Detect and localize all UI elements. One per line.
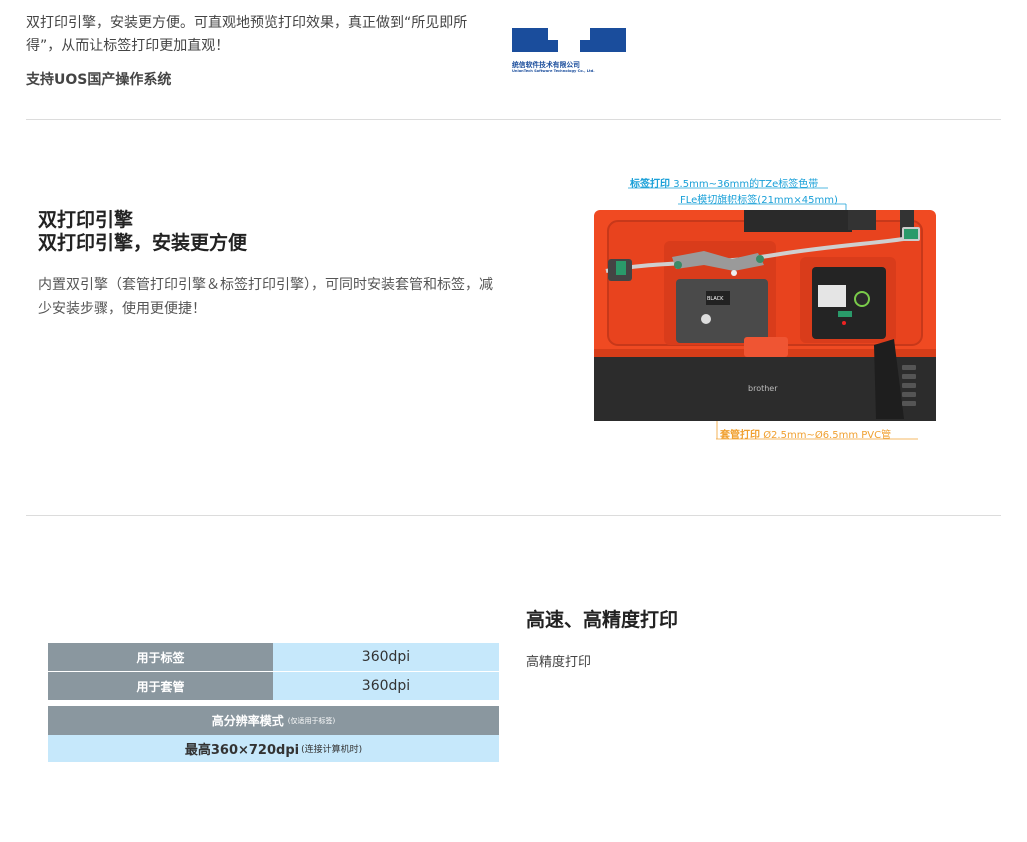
precision-title: 高速、高精度打印: [526, 609, 679, 631]
dpi-row-key: 用于标签: [48, 643, 273, 671]
high-res-mode-value-note: (连接计算机时): [301, 745, 363, 755]
engine-title: 双打印引擎 双打印引擎，安装更方便: [38, 209, 247, 255]
table-row: 用于套管 360dpi: [48, 672, 499, 700]
logo-company-english: UnionTech Software Technology Co., Ltd.: [512, 69, 595, 73]
logo-company-name: 统信软件技术有限公司: [512, 61, 580, 69]
uniontech-logo: 统信软件技术有限公司 UnionTech Software Technology…: [512, 28, 626, 78]
uos-support-text: 支持UOS国产操作系统: [26, 72, 172, 88]
engine-title-line1: 双打印引擎: [38, 209, 134, 231]
intro-paragraph: 双打印引擎，安装更方便。可直观地预览打印效果，真正做到“所见即所得”，从而让标签…: [26, 15, 468, 54]
engine-title-line2: 双打印引擎，安装更方便: [38, 232, 248, 254]
printer-product-image: 标签打印 3.5mm~36mm的TZe标签色带 FLe模切旗帜标签(21mm×4…: [594, 173, 938, 443]
high-res-mode-title: 高分辨率模式: [211, 714, 284, 728]
printer-illustration: BLACK brother: [594, 187, 936, 440]
precision-description: 高精度打印: [526, 655, 592, 670]
dpi-spec-table: 用于标签 360dpi 用于套管 360dpi 高分辨率模式 (仅适用于标签) …: [48, 643, 499, 762]
brother-brand-text: brother: [748, 384, 778, 393]
dpi-row-value: 360dpi: [273, 643, 499, 671]
high-res-mode-value: 最高360×720dpi: [184, 743, 300, 758]
section-divider-2: [26, 515, 1001, 516]
high-res-mode-header: 高分辨率模式 (仅适用于标签): [48, 706, 499, 735]
cassette-label: BLACK: [707, 296, 724, 302]
dpi-row-value: 360dpi: [273, 672, 499, 700]
uniontech-logo-mark: [512, 28, 626, 52]
dpi-row-key: 用于套管: [48, 672, 273, 700]
table-row: 用于标签 360dpi: [48, 643, 499, 671]
high-res-mode-note: (仅适用于标签): [287, 716, 336, 725]
high-res-mode-value-row: 最高360×720dpi (连接计算机时): [48, 735, 499, 762]
engine-description: 内置双引擎（套管打印引擎＆标签打印引擎），可同时安装套管和标签，减少安装步骤，使…: [38, 277, 493, 317]
section-divider-1: [26, 119, 1001, 120]
